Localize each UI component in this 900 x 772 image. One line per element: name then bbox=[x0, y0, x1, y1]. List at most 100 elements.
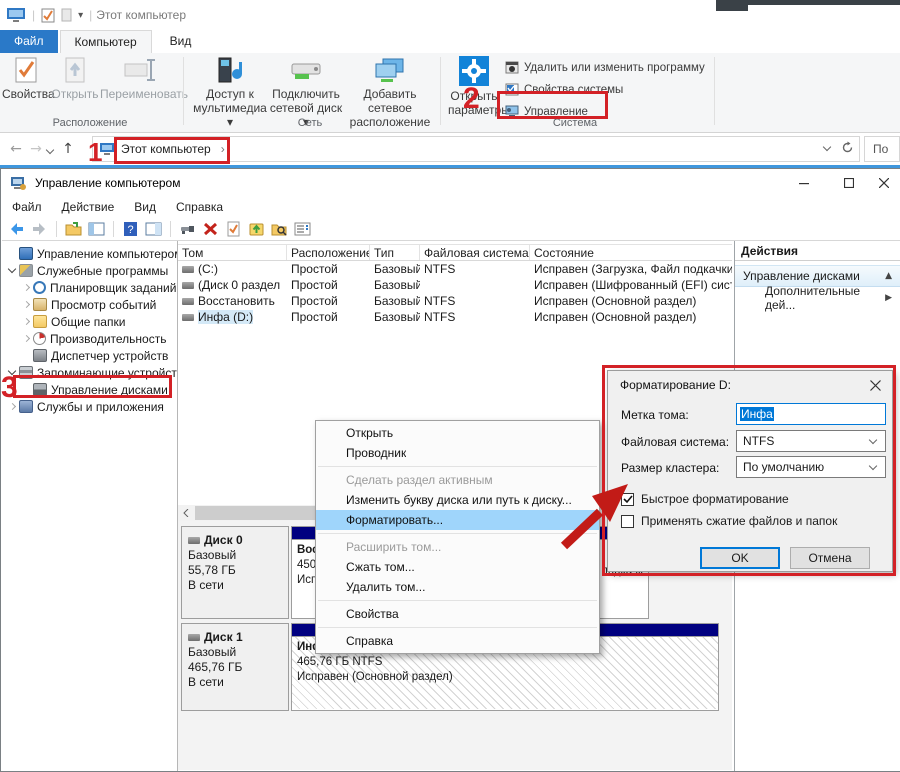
column-type[interactable]: Тип bbox=[370, 245, 420, 260]
context-menu-item[interactable] bbox=[316, 463, 599, 470]
background-window-edge-tab bbox=[716, 0, 748, 11]
tree-item[interactable]: Диспетчер устройств bbox=[2, 347, 177, 364]
volume-type: Базовый bbox=[370, 262, 420, 276]
tree-item[interactable]: Службы и приложения bbox=[2, 398, 177, 415]
volume-name: Инфа (D:) bbox=[198, 310, 253, 324]
tree-chevron-icon[interactable] bbox=[20, 349, 33, 362]
volume-row[interactable]: (Диск 0 раздел 3) Простой Базовый Исправ… bbox=[178, 277, 732, 293]
volume-row[interactable]: Инфа (D:) Простой Базовый NTFS Исправен … bbox=[178, 309, 732, 325]
tree-item[interactable]: Планировщик заданий bbox=[2, 279, 177, 296]
media-access-line1: Доступ к bbox=[192, 87, 268, 101]
console-tree-toggle-icon[interactable] bbox=[88, 221, 105, 237]
tree-item-icon bbox=[33, 281, 46, 294]
context-menu-item[interactable] bbox=[316, 624, 599, 631]
tree-item[interactable]: Служебные программы bbox=[2, 262, 177, 279]
tree-chevron-icon[interactable] bbox=[20, 315, 33, 328]
tree-chevron-icon[interactable] bbox=[20, 281, 33, 294]
tree-chevron-icon[interactable] bbox=[20, 332, 33, 345]
tree-item[interactable]: Управление компьютером (л bbox=[2, 245, 177, 262]
tab-computer[interactable]: Компьютер bbox=[60, 30, 152, 53]
context-menu-item[interactable]: Открыть bbox=[316, 423, 599, 443]
divider bbox=[56, 221, 57, 237]
panel-view-icon[interactable] bbox=[145, 221, 162, 237]
properties-check-icon[interactable] bbox=[41, 8, 55, 23]
volume-row[interactable]: Восстановить Простой Базовый NTFS Исправ… bbox=[178, 293, 732, 309]
tree-item[interactable]: Производительность bbox=[2, 330, 177, 347]
group-label-network: Сеть bbox=[250, 117, 370, 129]
disk1-status: В сети bbox=[188, 675, 282, 690]
context-menu-item[interactable]: Проводник bbox=[316, 443, 599, 463]
divider bbox=[183, 57, 184, 125]
list-options-icon[interactable] bbox=[294, 221, 311, 237]
context-menu-item[interactable]: Справка bbox=[316, 631, 599, 651]
file-icon[interactable] bbox=[61, 8, 72, 22]
context-menu-item-label: Расширить том... bbox=[346, 540, 441, 554]
properties-label: Свойства bbox=[2, 87, 50, 101]
forward-button[interactable]: → bbox=[26, 141, 46, 157]
tree-chevron-icon[interactable] bbox=[20, 298, 33, 311]
column-layout[interactable]: Расположение bbox=[287, 245, 370, 260]
find-icon[interactable] bbox=[271, 221, 288, 237]
context-menu-item-label: Удалить том... bbox=[346, 580, 425, 594]
open-button[interactable]: Открыть bbox=[50, 56, 100, 101]
column-filesystem[interactable]: Файловая система bbox=[420, 245, 530, 260]
uninstall-program-button[interactable]: Удалить или изменить программу bbox=[505, 61, 705, 74]
back-button[interactable]: ← bbox=[6, 141, 26, 157]
close-button[interactable] bbox=[870, 171, 898, 195]
open-label: Открыть bbox=[50, 87, 100, 101]
move-up-icon[interactable] bbox=[248, 221, 265, 237]
menu-action[interactable]: Действие bbox=[52, 200, 125, 214]
search-input[interactable]: По bbox=[864, 136, 900, 162]
tab-file[interactable]: Файл bbox=[0, 30, 58, 53]
back-icon[interactable] bbox=[8, 221, 25, 237]
volume-status: Исправен (Основной раздел) bbox=[530, 310, 732, 324]
network-drive-icon bbox=[289, 56, 323, 84]
menu-help[interactable]: Справка bbox=[166, 200, 233, 214]
menu-view[interactable]: Вид bbox=[124, 200, 166, 214]
context-menu-item[interactable]: Свойства bbox=[316, 604, 599, 624]
refresh-icon[interactable] bbox=[841, 141, 854, 154]
column-volume[interactable]: Том bbox=[178, 245, 287, 260]
tree-item[interactable]: Общие папки bbox=[2, 313, 177, 330]
volume-name: (C:) bbox=[198, 262, 218, 276]
tree-item[interactable]: Просмотр событий bbox=[2, 296, 177, 313]
forward-icon[interactable] bbox=[31, 221, 48, 237]
help-icon[interactable]: ? bbox=[122, 221, 139, 237]
volume-list-header[interactable]: Том Расположение Тип Файловая система Со… bbox=[178, 244, 732, 261]
annotation-box-format-dialog bbox=[602, 365, 896, 576]
rescan-disks-icon[interactable] bbox=[179, 221, 196, 237]
disk-icon bbox=[188, 537, 200, 544]
tab-view[interactable]: Вид bbox=[156, 30, 206, 53]
disk0-label-box[interactable]: Диск 0 Базовый 55,78 ГБ В сети bbox=[181, 526, 289, 619]
context-menu-item[interactable] bbox=[316, 597, 599, 604]
column-status[interactable]: Состояние bbox=[530, 245, 732, 260]
tree-chevron-icon[interactable] bbox=[6, 264, 19, 277]
context-menu-item-label: Открыть bbox=[346, 426, 393, 440]
more-actions-item[interactable]: Дополнительные дей... ▶ bbox=[735, 287, 900, 309]
collapse-icon[interactable]: ▲ bbox=[885, 271, 892, 281]
tree-item-icon bbox=[19, 247, 33, 260]
context-menu-item[interactable]: Удалить том... bbox=[316, 577, 599, 597]
export-folder-icon[interactable] bbox=[65, 221, 82, 237]
disk1-size: 465,76 ГБ bbox=[188, 660, 282, 675]
delete-icon[interactable] bbox=[202, 221, 219, 237]
disk1-label-box[interactable]: Диск 1 Базовый 465,76 ГБ В сети bbox=[181, 623, 289, 711]
volume-row[interactable]: (C:) Простой Базовый NTFS Исправен (Загр… bbox=[178, 261, 732, 277]
maximize-button[interactable] bbox=[829, 171, 869, 195]
qat-customize-icon[interactable]: ▾ bbox=[78, 10, 83, 21]
address-dropdown-icon[interactable] bbox=[823, 144, 831, 152]
volume-layout: Простой bbox=[287, 294, 370, 308]
properties-icon[interactable] bbox=[225, 221, 242, 237]
recent-locations-dropdown-icon[interactable] bbox=[46, 147, 54, 155]
up-button[interactable]: ↑ bbox=[58, 141, 78, 157]
properties-button[interactable]: Свойства bbox=[2, 56, 50, 101]
context-menu-item[interactable]: Сжать том... bbox=[316, 557, 599, 577]
mmc-titlebar[interactable]: Управление компьютером bbox=[2, 169, 900, 197]
menu-file[interactable]: Файл bbox=[2, 200, 52, 214]
minimize-button[interactable] bbox=[784, 171, 824, 195]
search-placeholder: По bbox=[873, 142, 888, 156]
rename-button[interactable]: Переименовать bbox=[100, 56, 180, 101]
scroll-left-icon[interactable] bbox=[178, 505, 194, 521]
volume-icon bbox=[182, 298, 194, 305]
tree-chevron-icon[interactable] bbox=[6, 247, 19, 260]
